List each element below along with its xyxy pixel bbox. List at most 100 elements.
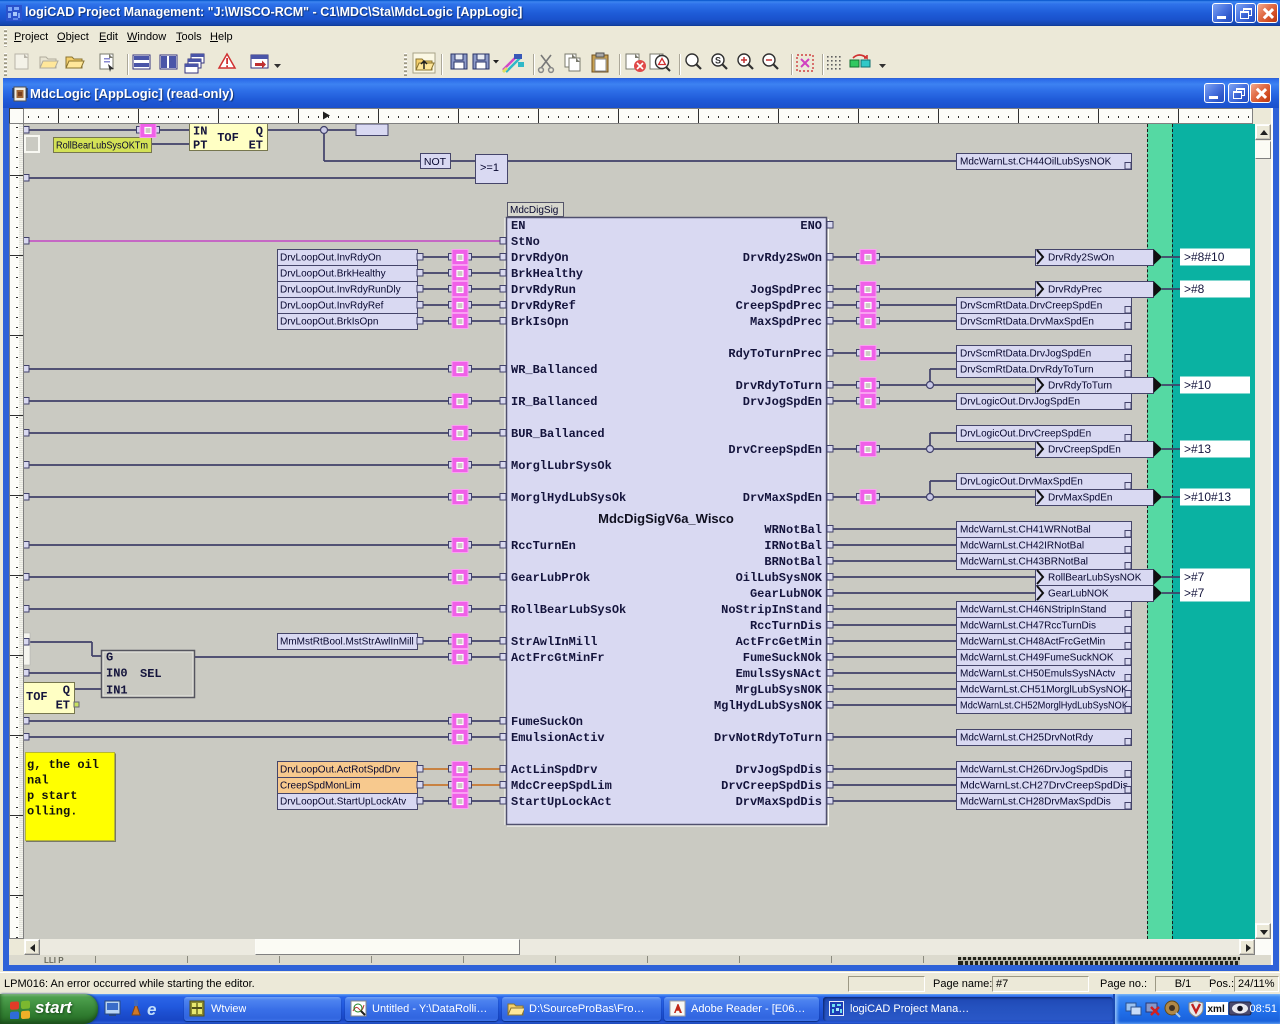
svg-text:CreepSpdPrec: CreepSpdPrec [736, 299, 822, 313]
svg-text:RdyToTurnPrec: RdyToTurnPrec [728, 347, 822, 361]
svg-text:>#8#10: >#8#10 [1184, 250, 1225, 264]
svg-text:ET: ET [249, 139, 263, 153]
svg-text:MglHydLubSysNOK: MglHydLubSysNOK [714, 699, 823, 713]
svg-text:DrvMaxSpdDis: DrvMaxSpdDis [736, 795, 822, 809]
svg-text:CreepSpdMonLim: CreepSpdMonLim [280, 781, 361, 792]
svg-text:nal: nal [27, 774, 49, 788]
svg-text:IN0: IN0 [106, 667, 128, 681]
svg-text:OilLubSysNOK: OilLubSysNOK [736, 571, 823, 585]
svg-text:IN1: IN1 [106, 684, 128, 698]
svg-text:MdcDigSig: MdcDigSig [510, 205, 558, 216]
svg-text:DrvCreepSpdDis: DrvCreepSpdDis [721, 779, 822, 793]
svg-text:RollBearLubSysOKTm: RollBearLubSysOKTm [56, 141, 148, 152]
svg-text:MdcWarnLst.CH47RccTurnDis: MdcWarnLst.CH47RccTurnDis [960, 621, 1096, 632]
svg-text:StrAwlInMill: StrAwlInMill [511, 635, 597, 649]
svg-text:>#8: >#8 [1184, 282, 1205, 296]
svg-text:EmulsSysNAct: EmulsSysNAct [736, 667, 822, 681]
svg-text:RccTurnEn: RccTurnEn [511, 539, 576, 553]
svg-text:DrvLoopOut.InvRdyRunDly: DrvLoopOut.InvRdyRunDly [280, 285, 401, 296]
svg-text:DrvJogSpdEn: DrvJogSpdEn [743, 395, 822, 409]
svg-text:DrvLogicOut.DrvJogSpdEn: DrvLogicOut.DrvJogSpdEn [960, 397, 1080, 408]
svg-text:Q: Q [256, 125, 263, 139]
svg-text:IN: IN [193, 125, 207, 139]
svg-text:DrvRdy2SwOn: DrvRdy2SwOn [743, 251, 822, 265]
svg-text:DrvCreepSpdEn: DrvCreepSpdEn [1048, 445, 1121, 456]
svg-text:MaxSpdPrec: MaxSpdPrec [750, 315, 822, 329]
svg-text:DrvRdyRef: DrvRdyRef [511, 299, 576, 313]
svg-text:MdcCreepSpdLim: MdcCreepSpdLim [511, 779, 612, 793]
svg-text:e: e [147, 1000, 156, 1019]
svg-text:DrvRdyOn: DrvRdyOn [511, 251, 569, 265]
svg-text:DrvLoopOut.BrkHealthy: DrvLoopOut.BrkHealthy [280, 269, 386, 280]
svg-text:MrgLubSysNOK: MrgLubSysNOK [736, 683, 823, 697]
svg-text:MdcWarnLst.CH46NStripInStand: MdcWarnLst.CH46NStripInStand [960, 605, 1106, 616]
svg-text:ActFrcGetMin: ActFrcGetMin [736, 635, 822, 649]
svg-text:DrvRdyPrec: DrvRdyPrec [1048, 285, 1102, 296]
svg-text:PT: PT [193, 139, 207, 153]
svg-text:DrvRdyRun: DrvRdyRun [511, 283, 576, 297]
svg-text:RccTurnDis: RccTurnDis [750, 619, 822, 633]
svg-text:MdcWarnLst.CH44OilLubSysNOK: MdcWarnLst.CH44OilLubSysNOK [960, 157, 1112, 168]
svg-text:>=1: >=1 [480, 162, 499, 174]
svg-text:TOF: TOF [217, 131, 239, 145]
svg-text:WR_Ballanced: WR_Ballanced [511, 363, 597, 377]
svg-text:GearLubNOK: GearLubNOK [1048, 589, 1109, 600]
svg-text:>#7: >#7 [1184, 570, 1205, 584]
svg-text:>#10#13: >#10#13 [1184, 490, 1231, 504]
svg-text:MdcWarnLst.CH48ActFrcGetMin: MdcWarnLst.CH48ActFrcGetMin [960, 637, 1105, 648]
svg-text:SEL: SEL [140, 667, 162, 681]
svg-text:FumeSuckNOk: FumeSuckNOk [743, 651, 822, 665]
svg-text:p start: p start [27, 789, 77, 803]
svg-text:EN: EN [511, 219, 525, 233]
svg-text:FumeSuckOn: FumeSuckOn [511, 715, 583, 729]
svg-text:DrvNotRdyToTurn: DrvNotRdyToTurn [714, 731, 822, 745]
svg-text:DrvScmRtData.DrvMaxSpdEn: DrvScmRtData.DrvMaxSpdEn [960, 317, 1094, 328]
svg-text:xml: xml [1208, 1004, 1225, 1015]
svg-text:EmulsionActiv: EmulsionActiv [511, 731, 605, 745]
svg-text:>#13: >#13 [1184, 442, 1211, 456]
svg-text:ET: ET [56, 699, 70, 713]
svg-text:DrvScmRtData.DrvJogSpdEn: DrvScmRtData.DrvJogSpdEn [960, 349, 1091, 360]
svg-text:NoStripInStand: NoStripInStand [721, 603, 822, 617]
svg-text:MdcWarnLst.CH52MorglHydLubSysN: MdcWarnLst.CH52MorglHydLubSysNOK [960, 701, 1128, 712]
svg-text:StartUpLockAct: StartUpLockAct [511, 795, 612, 809]
svg-text:GearLubNOK: GearLubNOK [750, 587, 823, 601]
svg-text:GearLubPrOk: GearLubPrOk [511, 571, 590, 585]
svg-text:BUR_Ballanced: BUR_Ballanced [511, 427, 605, 441]
svg-text:BRNotBal: BRNotBal [764, 555, 822, 569]
svg-text:>#10: >#10 [1184, 378, 1211, 392]
svg-text:MdcWarnLst.CH27DrvCreepSpdDis: MdcWarnLst.CH27DrvCreepSpdDis [960, 781, 1128, 792]
svg-text:IR_Ballanced: IR_Ballanced [511, 395, 597, 409]
svg-text:RollBearLubSysOk: RollBearLubSysOk [511, 603, 626, 617]
svg-text:DrvCreepSpdEn: DrvCreepSpdEn [728, 443, 822, 457]
svg-text:IRNotBal: IRNotBal [764, 539, 822, 553]
svg-text:WRNotBal: WRNotBal [764, 523, 822, 537]
svg-text:MdcWarnLst.CH41WRNotBal: MdcWarnLst.CH41WRNotBal [960, 525, 1091, 536]
svg-text:MmMstRtBool.MstStrAwlInMill: MmMstRtBool.MstStrAwlInMill [280, 637, 414, 648]
svg-text:DrvLogicOut.DrvCreepSpdEn: DrvLogicOut.DrvCreepSpdEn [960, 429, 1091, 440]
svg-text:DrvJogSpdDis: DrvJogSpdDis [736, 763, 822, 777]
svg-text:G: G [106, 651, 113, 665]
svg-text:MorglLubrSysOk: MorglLubrSysOk [511, 459, 612, 473]
svg-text:DrvRdy2SwOn: DrvRdy2SwOn [1048, 253, 1114, 264]
svg-text:>#7: >#7 [1184, 586, 1205, 600]
svg-text:MdcWarnLst.CH25DrvNotRdy: MdcWarnLst.CH25DrvNotRdy [960, 733, 1093, 744]
svg-text:DrvRdyToTurn: DrvRdyToTurn [736, 379, 822, 393]
svg-text:MdcWarnLst.CH26DrvJogSpdDis: MdcWarnLst.CH26DrvJogSpdDis [960, 765, 1108, 776]
svg-text:DrvScmRtData.DrvRdyToTurn: DrvScmRtData.DrvRdyToTurn [960, 365, 1094, 376]
svg-text:JogSpdPrec: JogSpdPrec [750, 283, 822, 297]
svg-text:MdcWarnLst.CH42IRNotBal: MdcWarnLst.CH42IRNotBal [960, 541, 1084, 552]
svg-text:DrvMaxSpdEn: DrvMaxSpdEn [743, 491, 822, 505]
svg-text:DrvRdyToTurn: DrvRdyToTurn [1048, 381, 1112, 392]
svg-text:DrvLoopOut.InvRdyRef: DrvLoopOut.InvRdyRef [280, 301, 384, 312]
svg-text:MdcWarnLst.CH49FumeSuckNOK: MdcWarnLst.CH49FumeSuckNOK [960, 653, 1114, 664]
svg-text:MdcWarnLst.CH51MorglLubSysNOK: MdcWarnLst.CH51MorglLubSysNOK [960, 685, 1128, 696]
svg-text:BrkIsOpn: BrkIsOpn [511, 315, 569, 329]
svg-text:MdcDigSigV6a_Wisco: MdcDigSigV6a_Wisco [598, 511, 734, 526]
svg-text:MdcWarnLst.CH50EmulsSysNActv: MdcWarnLst.CH50EmulsSysNActv [960, 669, 1115, 680]
svg-text:StNo: StNo [511, 235, 540, 249]
svg-text:MorglHydLubSysOk: MorglHydLubSysOk [511, 491, 626, 505]
svg-text:DrvScmRtData.DrvCreepSpdEn: DrvScmRtData.DrvCreepSpdEn [960, 301, 1102, 312]
svg-text:BrkHealthy: BrkHealthy [511, 267, 583, 281]
svg-text:ActFrcGtMinFr: ActFrcGtMinFr [511, 651, 605, 665]
